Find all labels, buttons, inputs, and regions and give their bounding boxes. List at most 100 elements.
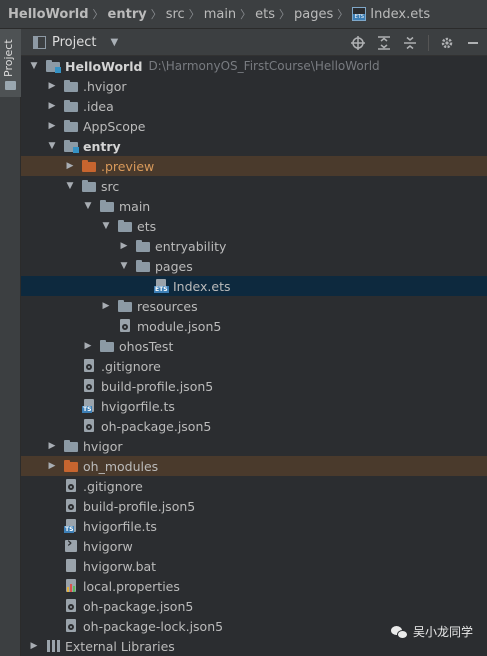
- tree-row[interactable]: ▶.gitignore: [21, 356, 487, 376]
- tree-item-label: .gitignore: [101, 358, 161, 374]
- tree-item-label: ohosTest: [119, 338, 174, 354]
- tree-row[interactable]: ▼ src: [21, 176, 487, 196]
- hide-icon[interactable]: [465, 35, 481, 51]
- tree-row[interactable]: ▶ ohosTest: [21, 336, 487, 356]
- tree-row[interactable]: ▼ pages: [21, 256, 487, 276]
- settings-icon[interactable]: [439, 35, 455, 51]
- properties-file-icon: [63, 579, 79, 593]
- chevron-down-icon[interactable]: ▼: [45, 139, 59, 153]
- tree-row[interactable]: ▼ HelloWorld D:\HarmonyOS_FirstCourse\Hell…: [21, 56, 487, 76]
- breadcrumb-label: ets: [255, 6, 276, 22]
- tree-row[interactable]: ▶module.json5: [21, 316, 487, 336]
- tree-item-label: External Libraries: [65, 638, 175, 654]
- chevron-right-icon[interactable]: ▶: [45, 459, 59, 473]
- chevron-right-icon[interactable]: ▶: [45, 79, 59, 93]
- chevron-right-icon[interactable]: ▶: [45, 119, 59, 133]
- view-selector[interactable]: Project ▼: [33, 35, 118, 50]
- breadcrumb-label: Index.ets: [370, 6, 431, 22]
- chevron-right-icon[interactable]: ▶: [45, 99, 59, 113]
- tree-item-label: AppScope: [83, 118, 146, 134]
- folder-icon: [117, 299, 133, 313]
- chevron-right-icon[interactable]: ▶: [99, 299, 113, 313]
- tree-row[interactable]: ▶TShvigorfile.ts: [21, 516, 487, 536]
- tree-item-label: module.json5: [137, 318, 222, 334]
- locate-icon[interactable]: [350, 35, 366, 51]
- breadcrumb-label: pages: [294, 6, 334, 22]
- breadcrumb-item[interactable]: src: [166, 7, 185, 22]
- tree-row[interactable]: ▶ hvigor: [21, 436, 487, 456]
- tree-item-label: src: [101, 178, 120, 194]
- folder-icon: [63, 119, 79, 133]
- project-tree: ▼ HelloWorld D:\HarmonyOS_FirstCourse\Hell…: [21, 56, 487, 656]
- project-tool-tab[interactable]: Project: [0, 29, 21, 97]
- breadcrumb-label: src: [165, 6, 185, 22]
- file-type-tag: ETS: [154, 286, 169, 293]
- breadcrumb-item[interactable]: HelloWorld: [8, 7, 89, 22]
- tree-row[interactable]: ▶ AppScope: [21, 116, 487, 136]
- chevron-right-icon[interactable]: ▶: [27, 639, 41, 653]
- breadcrumb-item[interactable]: ets: [255, 7, 275, 22]
- tree-row[interactable]: ▶oh-package.json5: [21, 596, 487, 616]
- panel-toolbar: [350, 29, 481, 56]
- json-file-icon: [81, 379, 97, 393]
- chevron-down-icon[interactable]: ▼: [99, 219, 113, 233]
- chevron-right-icon[interactable]: ▶: [63, 159, 77, 173]
- tree-row[interactable]: ▶ .hvigor: [21, 76, 487, 96]
- tree-row[interactable]: ▶ETSIndex.ets: [21, 276, 487, 296]
- breadcrumb-label: HelloWorld: [8, 6, 89, 22]
- ets-file-icon: [352, 7, 367, 21]
- breadcrumb-separator-icon: 〉: [150, 8, 162, 21]
- json-file-icon: [63, 499, 79, 513]
- toolbar-divider: [428, 34, 429, 51]
- expand-all-icon[interactable]: [376, 35, 392, 51]
- tree-row[interactable]: ▶TShvigorfile.ts: [21, 396, 487, 416]
- ts-file-icon: TS: [63, 519, 79, 533]
- breadcrumb-item[interactable]: pages: [294, 7, 333, 22]
- tree-row[interactable]: ▶hvigorw: [21, 536, 487, 556]
- tree-item-label: HelloWorld: [65, 58, 143, 74]
- breadcrumb-item[interactable]: entry: [108, 7, 147, 22]
- tree-row[interactable]: ▶build-profile.json5: [21, 496, 487, 516]
- file-type-tag: TS: [64, 526, 75, 533]
- folder-icon: [63, 79, 79, 93]
- breadcrumb-item[interactable]: Index.ets: [352, 7, 430, 22]
- folder-icon: [5, 81, 16, 90]
- chevron-down-icon[interactable]: ▼: [63, 179, 77, 193]
- excluded-folder-icon: [81, 159, 97, 173]
- panel-title: Project: [52, 34, 97, 50]
- tree-row[interactable]: ▶ resources: [21, 296, 487, 316]
- tree-row[interactable]: ▶local.properties: [21, 576, 487, 596]
- project-path: D:\HarmonyOS_FirstCourse\HelloWorld: [148, 59, 380, 73]
- tree-item-label: oh_modules: [83, 458, 159, 474]
- tree-row[interactable]: ▼ main: [21, 196, 487, 216]
- breadcrumb-separator-icon: 〉: [279, 8, 291, 21]
- chevron-right-icon[interactable]: ▶: [117, 239, 131, 253]
- collapse-all-icon[interactable]: [402, 35, 418, 51]
- tree-row[interactable]: ▶ entryability: [21, 236, 487, 256]
- folder-icon: [63, 439, 79, 453]
- tree-row[interactable]: ▶hvigorw.bat: [21, 556, 487, 576]
- chevron-right-icon[interactable]: ▶: [81, 339, 95, 353]
- chevron-down-icon[interactable]: ▼: [27, 59, 41, 73]
- chevron-right-icon[interactable]: ▶: [45, 439, 59, 453]
- tree-row[interactable]: ▶oh-package.json5: [21, 416, 487, 436]
- json-file-icon: [81, 419, 97, 433]
- breadcrumb-item[interactable]: main: [204, 7, 236, 22]
- chevron-down-icon[interactable]: ▼: [110, 37, 118, 48]
- tree-row[interactable]: ▼ entry: [21, 136, 487, 156]
- tree-row[interactable]: ▶build-profile.json5: [21, 376, 487, 396]
- project-icon: [33, 35, 46, 49]
- tree-row[interactable]: ▶ .preview: [21, 156, 487, 176]
- tree-item-label: .gitignore: [83, 478, 143, 494]
- watermark: 吴小龙同学: [390, 623, 473, 640]
- tree-row[interactable]: ▶.gitignore: [21, 476, 487, 496]
- tree-row[interactable]: ▶ oh_modules: [21, 456, 487, 476]
- chevron-down-icon[interactable]: ▼: [117, 259, 131, 273]
- tree-row[interactable]: ▼ ets: [21, 216, 487, 236]
- tree-item-label: hvigorw: [83, 538, 133, 554]
- tree-row[interactable]: ▶ .idea: [21, 96, 487, 116]
- file-type-tag: TS: [82, 406, 93, 413]
- left-tool-stripe: Project: [0, 29, 21, 656]
- json-file-icon: [63, 599, 79, 613]
- chevron-down-icon[interactable]: ▼: [81, 199, 95, 213]
